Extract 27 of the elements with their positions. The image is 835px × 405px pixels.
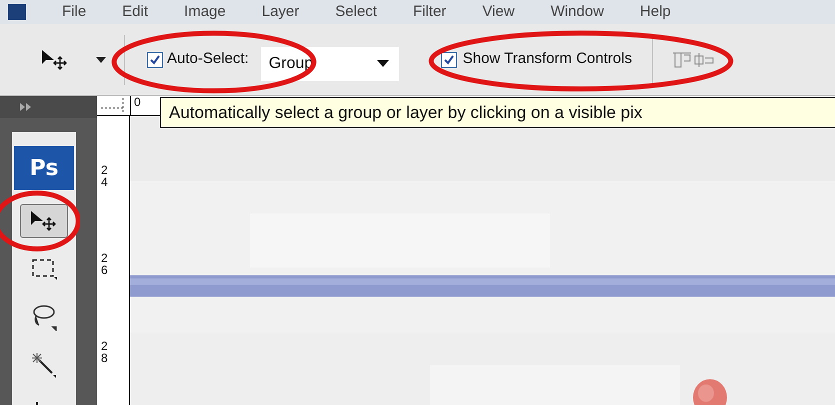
menu-item[interactable]: Image <box>184 0 226 24</box>
tooltip: Automatically select a group or layer by clicking on a visible pix <box>160 97 835 128</box>
checkbox[interactable] <box>440 52 457 68</box>
align-icon[interactable] <box>670 50 715 68</box>
menu-item[interactable]: Edit <box>122 0 148 24</box>
caret-icon <box>376 60 389 67</box>
show-transform-controls-label: Show Transform Controls <box>462 49 632 70</box>
menu-item[interactable]: Window <box>550 0 604 24</box>
menu-item[interactable]: Filter <box>412 0 446 24</box>
marquee-tool-icon <box>30 257 58 281</box>
menu-item[interactable]: Help <box>640 0 671 24</box>
checkbox[interactable] <box>147 52 163 68</box>
ps-logo: Ps <box>14 146 74 190</box>
ruler-label: 26 <box>101 252 109 276</box>
ruler-label: 24 <box>101 164 109 188</box>
caret-icon[interactable] <box>96 56 106 62</box>
menu-item[interactable]: View <box>482 0 515 24</box>
auto-select-label: Auto-Select: <box>167 49 249 70</box>
tool-button[interactable] <box>20 204 68 238</box>
magic-wand-icon <box>30 351 58 379</box>
menu-item[interactable]: Layer <box>262 0 300 24</box>
menu-item[interactable]: File <box>62 0 86 24</box>
ruler-label: 0 <box>134 96 141 108</box>
menu-item[interactable]: Select <box>335 0 377 24</box>
expand-icon[interactable] <box>20 103 32 111</box>
ruler-label: 28 <box>101 340 109 364</box>
app-logo-icon <box>8 4 26 20</box>
